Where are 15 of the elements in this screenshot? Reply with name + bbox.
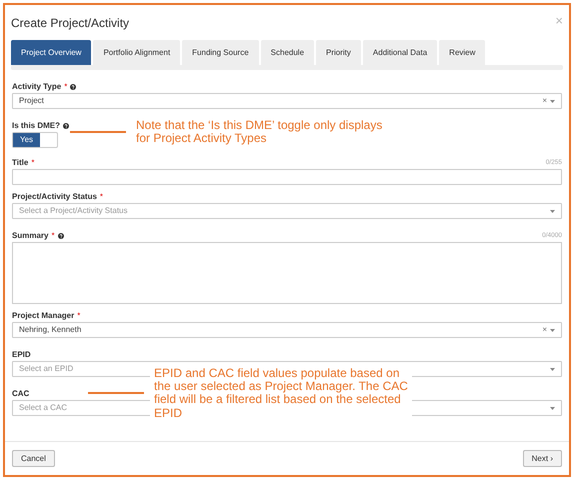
field-label: CAC xyxy=(12,388,30,400)
required-mark: * xyxy=(64,80,68,92)
annotation-tooltip: EPID and CAC field values populate based on the user selected as Project Manager. The CAC field will be a filtered list based on the selected EPID xyxy=(150,367,412,420)
field-label: Is this DME? xyxy=(12,120,60,132)
field-label: Title xyxy=(12,156,28,168)
field-label: Project/Activity Status xyxy=(12,190,97,202)
field-label: EPID xyxy=(12,348,31,360)
dialog-title: Create Project/Activity xyxy=(11,15,130,32)
field-label: Project Manager xyxy=(12,310,74,322)
required-mark: * xyxy=(31,156,34,168)
field-label: Summary xyxy=(12,230,48,242)
required-mark: * xyxy=(51,230,55,242)
field-label: Activity Type xyxy=(12,80,62,92)
required-mark: * xyxy=(100,190,104,202)
required-mark: * xyxy=(77,310,80,322)
